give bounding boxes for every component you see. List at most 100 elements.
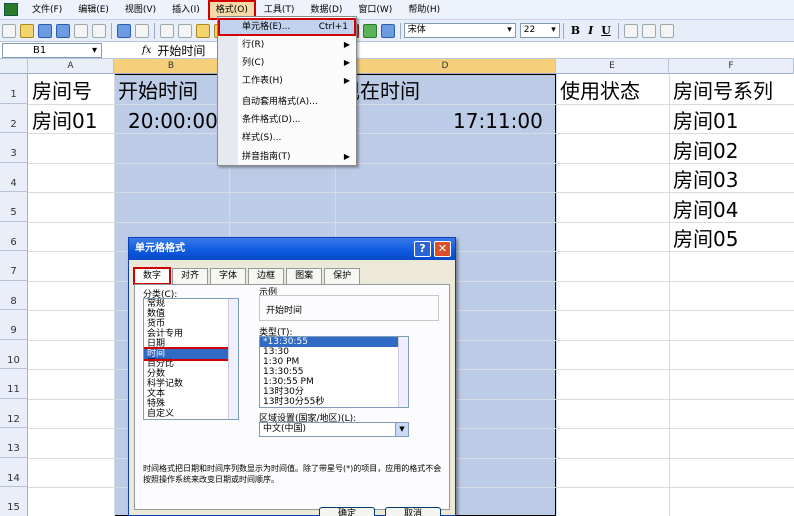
align-right-icon[interactable] <box>659 23 674 38</box>
close-icon[interactable]: ✕ <box>434 241 451 257</box>
dialog-title-bar[interactable]: 单元格格式 ? ✕ <box>129 238 455 260</box>
row-header[interactable]: 5 <box>0 192 28 222</box>
type-item[interactable]: 13时30分55秒 <box>260 397 408 407</box>
category-item[interactable]: 会计专用 <box>144 329 238 339</box>
category-item[interactable]: 货币 <box>144 319 238 329</box>
type-item[interactable]: 13:30 <box>260 347 408 357</box>
name-box[interactable]: B1 ▾ <box>2 42 102 58</box>
new-file-icon[interactable] <box>2 23 16 38</box>
cancel-button[interactable]: 取消 <box>385 507 441 516</box>
type-item[interactable]: 1:30 PM <box>260 357 408 367</box>
type-item[interactable]: 13时30分 <box>260 387 408 397</box>
menu-item-style[interactable]: 样式(S)... <box>218 129 356 147</box>
bold-button[interactable]: B <box>571 24 580 37</box>
type-list[interactable]: *13:30:55 13:30 1:30 PM 13:30:55 1:30:55 PM 1… <box>259 336 409 408</box>
row-header[interactable]: 6 <box>0 221 28 251</box>
cell-f5[interactable]: 房间04 <box>673 195 738 225</box>
tab-number[interactable]: 数字 <box>132 267 172 285</box>
menu-help[interactable]: 帮助(H) <box>400 0 448 20</box>
cell-f3[interactable]: 房间02 <box>673 136 738 166</box>
print-preview-icon[interactable] <box>92 23 106 38</box>
locale-select[interactable]: 中文(中国) ▼ <box>259 422 409 437</box>
permission-icon[interactable] <box>56 23 70 38</box>
menu-insert[interactable]: 插入(I) <box>164 0 208 20</box>
row-header[interactable]: 3 <box>0 133 28 163</box>
category-item[interactable]: 时间 <box>144 347 238 361</box>
italic-button[interactable]: I <box>588 24 593 37</box>
menu-window[interactable]: 窗口(W) <box>350 0 400 20</box>
menu-item-sheet[interactable]: 工作表(H) ▶ <box>218 72 356 90</box>
paste-icon[interactable] <box>196 23 210 38</box>
save-icon[interactable] <box>38 23 52 38</box>
select-all-corner[interactable] <box>0 59 28 74</box>
menu-file[interactable]: 文件(F) <box>24 0 70 20</box>
category-item[interactable]: 分数 <box>144 369 238 379</box>
formula-input[interactable]: 开始时间 <box>157 42 205 59</box>
menu-item-cells[interactable]: 单元格(E)... Ctrl+1 <box>218 18 356 36</box>
help-icon[interactable]: ? <box>414 241 431 257</box>
menu-item-autoformat[interactable]: 自动套用格式(A)... <box>218 93 356 111</box>
menu-item-conditional-format[interactable]: 条件格式(D)... <box>218 111 356 129</box>
cell-f2[interactable]: 房间01 <box>673 106 738 136</box>
align-center-icon[interactable] <box>641 23 656 38</box>
cell-b2[interactable]: 20:00:00 <box>128 106 218 136</box>
category-scrollbar[interactable] <box>228 299 238 419</box>
tab-alignment[interactable]: 对齐 <box>172 268 209 284</box>
copy-icon[interactable] <box>178 23 192 38</box>
ok-button[interactable]: 确定 <box>319 507 375 516</box>
row-header[interactable]: 12 <box>0 398 28 428</box>
column-header-b[interactable]: B <box>114 59 229 74</box>
cell-e1[interactable]: 使用状态 <box>560 76 640 106</box>
font-size-select[interactable]: 22 ▾ <box>519 23 560 38</box>
research-icon[interactable] <box>135 23 149 38</box>
menu-item-column[interactable]: 列(C) ▶ <box>218 54 356 72</box>
help-icon[interactable] <box>380 23 395 38</box>
row-header[interactable]: 7 <box>0 251 28 281</box>
type-item[interactable]: *13:30:55 <box>260 337 408 347</box>
tab-border[interactable]: 边框 <box>248 268 285 284</box>
column-header-f[interactable]: F <box>669 59 794 74</box>
category-item[interactable]: 特殊 <box>144 399 238 409</box>
cell-a1[interactable]: 房间号 <box>32 76 92 106</box>
row-header[interactable]: 13 <box>0 428 28 458</box>
font-name-select[interactable]: 宋体 ▾ <box>403 23 516 38</box>
spelling-icon[interactable] <box>117 23 131 38</box>
row-header[interactable]: 14 <box>0 457 28 487</box>
tab-protection[interactable]: 保护 <box>324 268 361 284</box>
row-header[interactable]: 4 <box>0 162 28 192</box>
menu-item-phonetic[interactable]: 拼音指南(T) ▶ <box>218 148 356 166</box>
cell-a2[interactable]: 房间01 <box>32 106 97 136</box>
category-item[interactable]: 数值 <box>144 309 238 319</box>
cell-d2[interactable]: 17:11:00 <box>453 106 543 136</box>
cell-f1[interactable]: 房间号系列 <box>673 76 773 106</box>
column-header-a[interactable]: A <box>28 59 114 74</box>
tab-patterns[interactable]: 图案 <box>286 268 323 284</box>
row-header[interactable]: 2 <box>0 103 28 133</box>
category-item[interactable]: 日期 <box>144 339 238 349</box>
row-header[interactable]: 8 <box>0 280 28 310</box>
tab-font[interactable]: 字体 <box>210 268 247 284</box>
row-header[interactable]: 11 <box>0 369 28 399</box>
column-header-e[interactable]: E <box>556 59 669 74</box>
row-header[interactable]: 15 <box>0 487 28 516</box>
category-item[interactable]: 百分比 <box>144 359 238 369</box>
column-header-d[interactable]: D <box>335 59 556 74</box>
row-header[interactable]: 10 <box>0 339 28 369</box>
cell-f4[interactable]: 房间03 <box>673 165 738 195</box>
menu-edit[interactable]: 编辑(E) <box>70 0 117 20</box>
category-item[interactable]: 科学记数 <box>144 379 238 389</box>
cell-f6[interactable]: 房间05 <box>673 224 738 254</box>
category-item[interactable]: 自定义 <box>144 409 238 419</box>
category-list[interactable]: 常规 数值 货币 会计专用 日期 时间 百分比 分数 科学记数 文本 特殊 自定义 <box>143 298 239 420</box>
type-item[interactable]: 13:30:55 <box>260 367 408 377</box>
cut-icon[interactable] <box>160 23 174 38</box>
print-icon[interactable] <box>74 23 88 38</box>
underline-button[interactable]: U <box>601 24 611 37</box>
drawing-icon[interactable] <box>362 23 377 38</box>
row-header[interactable]: 9 <box>0 310 28 340</box>
type-item[interactable]: 1:30:55 PM <box>260 377 408 387</box>
cell-b1[interactable]: 开始时间 <box>118 76 198 106</box>
menu-item-row[interactable]: 行(R) ▶ <box>218 36 356 54</box>
function-icon[interactable]: fx <box>142 45 151 56</box>
category-item[interactable]: 文本 <box>144 389 238 399</box>
